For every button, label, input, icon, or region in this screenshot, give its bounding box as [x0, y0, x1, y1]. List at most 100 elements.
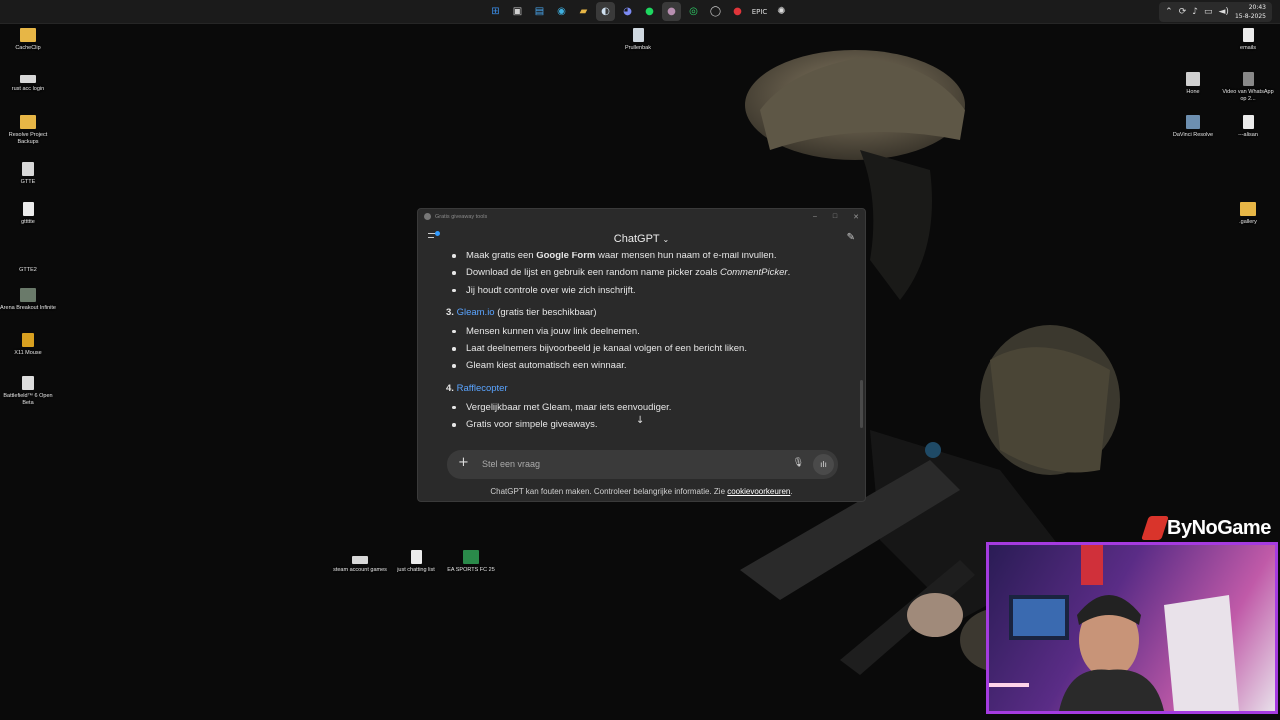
window-titlebar[interactable]: Gratis giveaway tools – □ ✕ — [418, 209, 865, 224]
desktop-icon[interactable]: Hone — [1165, 72, 1221, 96]
sync-icon[interactable]: ⟳ — [1179, 7, 1187, 17]
desktop-icon[interactable]: .gallery — [1220, 202, 1276, 226]
app-icon — [352, 556, 368, 564]
desktop-icon[interactable]: Resolve Project Backups — [0, 115, 56, 146]
whatsapp-icon[interactable]: ◎ — [684, 2, 703, 21]
list-item: Maak gratis een Google Form waar mensen … — [446, 252, 846, 264]
taskbar: ⊞ ▣ ▤ ◉ ▰ ◐ ◕ ● ● ◎ ◯ ● EPIC ✺ ⌃ ⟳ ♪ ▭ ◄… — [0, 0, 1280, 24]
file-icon — [1242, 72, 1254, 86]
desktop-icon[interactable]: ---alisan — [1220, 115, 1276, 139]
desktop-icon-label: gttttte — [21, 219, 35, 225]
desktop-icon-label: X11 Mouse — [14, 350, 42, 356]
system-tray: ⌃ ⟳ ♪ ▭ ◄) 20:43 15-8-2025 — [1159, 2, 1272, 22]
desktop-icon-label: rust acc login — [11, 86, 45, 92]
chat-messages: Maak gratis een Google Form waar mensen … — [418, 252, 865, 434]
chat-header: ChatGPT ⌄ ✎ — [418, 224, 865, 252]
desktop-icon[interactable]: Battlefield™ 6 Open Beta — [0, 376, 56, 407]
file-icon — [1242, 28, 1254, 42]
desktop-icon[interactable]: GTTE2 — [0, 250, 56, 274]
recycle-bin-icon — [632, 28, 644, 42]
taskbar-app-icons: ⊞ ▣ ▤ ◉ ▰ ◐ ◕ ● ● ◎ ◯ ● EPIC ✺ — [486, 2, 791, 22]
desktop-icon[interactable]: CacheClip — [0, 28, 56, 52]
list-item: Gleam kiest automatisch een winnaar. — [446, 357, 846, 374]
windows-start-icon[interactable]: ⊞ — [486, 2, 505, 21]
desktop-icon-label: emails — [1240, 45, 1256, 51]
desktop-icon-label: EA SPORTS FC 25 — [447, 567, 495, 573]
rafflecopter-link[interactable]: Rafflecopter — [457, 383, 508, 394]
chat-scrollbar[interactable] — [860, 380, 863, 428]
window-title: Gratis giveaway tools — [435, 213, 488, 220]
prompt-input[interactable]: Stel een vraag — [482, 459, 540, 469]
steam-icon[interactable]: ◐ — [596, 2, 615, 21]
desktop-icon-label: steam account games — [333, 567, 387, 573]
store-icon[interactable]: ▤ — [530, 2, 549, 21]
opera-gx-icon[interactable]: ◯ — [706, 2, 725, 21]
assistant-message: Maak gratis een Google Form waar mensen … — [446, 252, 846, 433]
file-icon — [22, 202, 34, 216]
file-icon — [1242, 115, 1254, 129]
list-item: Vergelijkbaar met Gleam, maar iets eenvo… — [446, 399, 846, 416]
plus-icon[interactable]: + — [458, 455, 469, 470]
desktop-icon[interactable]: rust acc login — [0, 75, 56, 93]
close-icon[interactable]: ✕ — [853, 213, 859, 221]
file-explorer-icon[interactable]: ▰ — [574, 2, 593, 21]
microphone-icon[interactable]: ♪ — [1192, 7, 1198, 17]
disclaimer: ChatGPT kan fouten maken. Controleer bel… — [490, 487, 793, 496]
desktop-icon[interactable]: emails — [1220, 28, 1276, 52]
chevron-down-icon: ⌄ — [662, 235, 670, 244]
window-controls: – □ ✕ — [813, 213, 859, 221]
clock[interactable]: 20:43 15-8-2025 — [1235, 3, 1266, 21]
app-icon — [22, 162, 34, 176]
desktop-icon[interactable]: Prullenbak — [610, 28, 666, 52]
app-icon — [20, 75, 36, 83]
prompt-input-bar[interactable]: + Stel een vraag 🎙 ılı — [447, 450, 838, 479]
clock-time: 20:43 — [1248, 4, 1266, 11]
desktop-icon-label: .gallery — [1239, 219, 1257, 225]
new-chat-icon[interactable]: ✎ — [847, 232, 855, 243]
desktop-icon[interactable]: GTTE — [0, 162, 56, 186]
app-icon — [20, 288, 36, 302]
list-item: Mensen kunnen via jouw link deelnemen. — [446, 323, 846, 340]
desktop-icon[interactable]: gttttte — [0, 202, 56, 226]
desktop-icon-label: Prullenbak — [625, 45, 651, 51]
desktop-icon-label: Battlefield™ 6 Open Beta — [3, 393, 53, 406]
desktop-icon[interactable]: EA SPORTS FC 25 — [443, 550, 499, 574]
desktop-icon[interactable]: DaVinci Resolve — [1165, 115, 1221, 139]
scroll-down-icon[interactable]: ↓ — [636, 415, 644, 426]
folder-icon — [20, 28, 36, 42]
desktop-icon[interactable]: Video van WhatsApp op 2... — [1220, 72, 1276, 103]
desktop-icon[interactable]: X11 Mouse — [0, 333, 56, 357]
desktop-icon-label: Hone — [1186, 89, 1200, 95]
chatgpt-window: Gratis giveaway tools – □ ✕ ChatGPT ⌄ ✎ … — [417, 208, 866, 502]
microphone-icon[interactable]: 🎙 — [793, 458, 804, 468]
desktop-icon-label: DaVinci Resolve — [1172, 132, 1214, 138]
desktop-icon[interactable]: Arena Breakout Infinite — [0, 288, 56, 312]
streamer-logo: ByNoGame — [1141, 513, 1271, 543]
chevron-up-icon[interactable]: ⌃ — [1165, 7, 1173, 17]
logo-mark-icon — [1141, 516, 1169, 540]
task-view-icon[interactable]: ▣ — [508, 2, 527, 21]
maximize-icon[interactable]: □ — [833, 213, 837, 221]
brand-label: ChatGPT — [613, 233, 660, 245]
opera-icon[interactable]: ● — [728, 2, 747, 21]
monitor-icon[interactable]: ▭ — [1204, 7, 1213, 17]
desktop-icon-label: GTTE2 — [19, 267, 37, 273]
minimize-icon[interactable]: – — [813, 213, 817, 221]
gleam-link[interactable]: Gleam.io — [457, 307, 495, 318]
volume-icon[interactable]: ◄) — [1219, 7, 1229, 17]
chatgpt-icon[interactable]: ✺ — [772, 2, 791, 21]
desktop-icon-label: GTTE — [20, 179, 36, 185]
cookie-preferences-link[interactable]: cookievoorkeuren — [727, 487, 790, 496]
edge-icon[interactable]: ◉ — [552, 2, 571, 21]
avatar-icon[interactable]: ● — [662, 2, 681, 21]
app-icon — [1186, 72, 1200, 86]
spotify-icon[interactable]: ● — [640, 2, 659, 21]
model-selector[interactable]: ChatGPT ⌄ — [418, 233, 865, 245]
discord-icon[interactable]: ◕ — [618, 2, 637, 21]
epic-games-icon[interactable]: EPIC — [750, 2, 769, 21]
desktop-icon[interactable]: steam account games — [332, 552, 388, 574]
voice-mode-icon[interactable]: ılı — [813, 454, 834, 475]
list-item: Gratis voor simpele giveaways. — [446, 416, 846, 433]
desktop-icon[interactable]: just chatting list — [388, 550, 444, 574]
desktop-icon-label: Arena Breakout Infinite — [0, 305, 56, 311]
